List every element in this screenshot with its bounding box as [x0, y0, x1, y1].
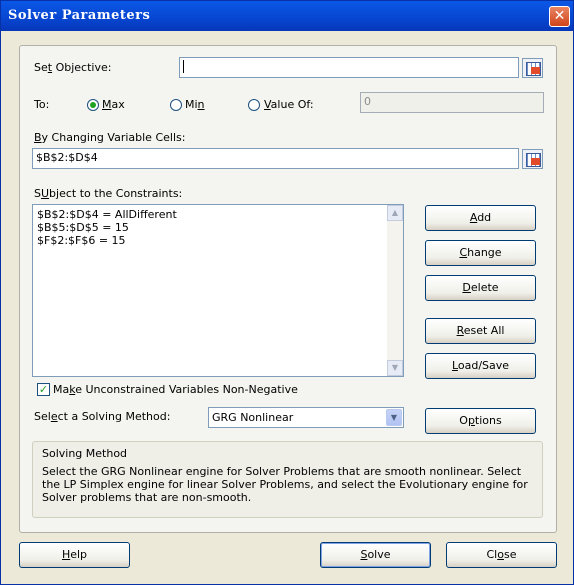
- solving-method-group-title: Solving Method: [42, 447, 128, 460]
- title-bar[interactable]: Solver Parameters ✕: [1, 1, 573, 31]
- changing-cells-value: $B$2:$D$4: [36, 151, 98, 164]
- solving-method-label: Select a Solving Method:: [34, 410, 171, 423]
- value-of-radio[interactable]: [248, 99, 260, 111]
- range-select-icon-mark: [531, 67, 540, 74]
- non-negative-label: Make Unconstrained Variables Non-Negativ…: [53, 383, 298, 396]
- non-negative-checkbox[interactable]: ✓: [37, 383, 50, 396]
- to-label: To:: [34, 98, 50, 111]
- load-save-button[interactable]: Load/Save: [425, 353, 536, 379]
- scroll-up-icon: ▲: [391, 208, 399, 217]
- close-window-button[interactable]: ✕: [549, 6, 570, 27]
- changing-cells-input[interactable]: $B$2:$D$4: [32, 148, 519, 169]
- delete-button[interactable]: Delete: [425, 275, 536, 301]
- list-item[interactable]: $B$5:$D$5 = 15: [37, 221, 129, 234]
- scroll-up-button[interactable]: ▲: [387, 205, 403, 221]
- value-of-input[interactable]: 0: [360, 92, 544, 113]
- changing-cells-label: By Changing Variable Cells:: [34, 131, 186, 144]
- constraints-scrollbar[interactable]: ▲ ▼: [387, 205, 403, 376]
- solving-method-description: Select the GRG Nonlinear engine for Solv…: [42, 465, 528, 504]
- list-item[interactable]: $B$2:$D$4 = AllDifferent: [37, 208, 177, 221]
- range-select-icon-mark: [531, 158, 540, 165]
- max-radio[interactable]: [87, 99, 99, 111]
- add-button[interactable]: Add: [425, 205, 536, 231]
- text-cursor: [183, 60, 188, 73]
- set-objective-input[interactable]: [179, 57, 519, 78]
- dropdown-button[interactable]: ▼: [386, 409, 402, 426]
- solving-method-value: GRG Nonlinear: [212, 411, 294, 424]
- constraints-label: SUbject to the Constraints:: [34, 187, 183, 200]
- value-of-value: 0: [364, 95, 371, 108]
- list-item[interactable]: $F$2:$F$6 = 15: [37, 234, 126, 247]
- constraints-list[interactable]: $B$2:$D$4 = AllDifferent $B$5:$D$5 = 15 …: [32, 204, 404, 377]
- window-title: Solver Parameters: [8, 8, 151, 23]
- options-button[interactable]: Options: [425, 408, 536, 434]
- change-button[interactable]: Change: [425, 240, 536, 266]
- radio-selected-dot: [90, 102, 96, 108]
- check-icon: ✓: [38, 383, 49, 396]
- changing-cells-range-button[interactable]: [522, 149, 543, 169]
- scroll-down-button[interactable]: ▼: [387, 360, 403, 376]
- set-objective-label: Set Objective:: [34, 61, 112, 74]
- close-button[interactable]: Close: [446, 542, 557, 568]
- help-button[interactable]: Help: [19, 542, 130, 568]
- min-radio[interactable]: [170, 99, 182, 111]
- solving-method-select[interactable]: GRG Nonlinear ▼: [208, 407, 404, 428]
- objective-range-button[interactable]: [522, 58, 543, 78]
- solve-button[interactable]: Solve: [320, 542, 431, 568]
- reset-all-button[interactable]: Reset All: [425, 318, 536, 344]
- chevron-down-icon: ▼: [390, 413, 398, 422]
- min-label: Min: [185, 98, 205, 111]
- scroll-down-icon: ▼: [391, 363, 399, 372]
- max-label: Max: [102, 98, 125, 111]
- close-icon: ✕: [553, 8, 566, 24]
- solver-parameters-dialog: Solver Parameters ✕ Set Objective: To: M…: [0, 0, 574, 585]
- value-of-label: Value Of:: [264, 98, 314, 111]
- solving-method-group: Solving Method Select the GRG Nonlinear …: [32, 441, 543, 518]
